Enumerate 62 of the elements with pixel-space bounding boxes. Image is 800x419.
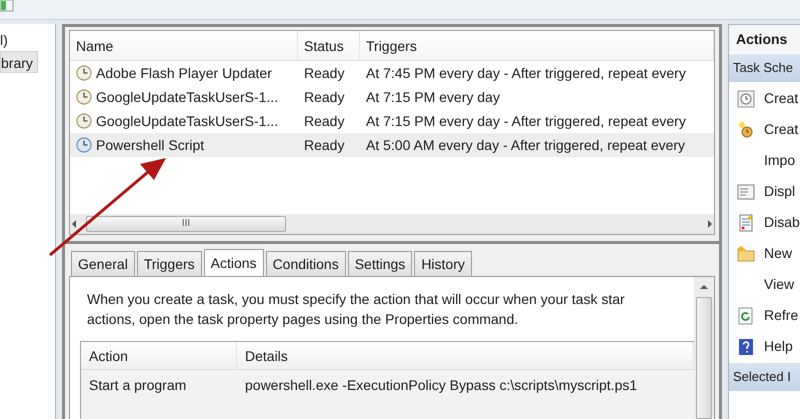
scroll-thumb[interactable]: III — [86, 216, 286, 232]
tab[interactable]: Actions — [204, 249, 264, 277]
action-item[interactable]: Refre — [729, 300, 800, 331]
task-row[interactable]: GoogleUpdateTaskUserS-1... Ready At 7:15 PM every day - After triggered, repeat every — [70, 109, 714, 133]
task-name: Adobe Flash Player Updater — [96, 64, 272, 83]
toolbar-icon[interactable] — [0, 0, 14, 12]
list-icon — [737, 182, 755, 200]
group-header[interactable]: Task Sche — [729, 54, 800, 82]
column-header[interactable]: Status — [298, 31, 360, 60]
action-item[interactable]: New — [729, 238, 800, 269]
action-item[interactable]: Creat — [729, 83, 800, 114]
tree-item[interactable]: l) — [0, 29, 55, 51]
action-item[interactable]: Displ — [729, 176, 800, 207]
task-name: Powershell Script — [96, 136, 204, 155]
task-trigger: At 7:45 PM every day - After triggered, repeat every — [365, 64, 687, 83]
vertical-scrollbar[interactable] — [694, 277, 714, 419]
clock-icon — [737, 90, 755, 108]
scroll-left-icon[interactable] — [72, 220, 76, 228]
folder-icon — [737, 244, 755, 262]
clock-icon — [76, 89, 92, 105]
horizontal-scrollbar[interactable]: III — [70, 214, 714, 234]
description-text: When you create a task, you must specify the action that will occur when your task star actions, open the task property pages using the Properties command. — [87, 290, 626, 329]
tab[interactable]: Triggers — [136, 251, 202, 276]
task-status: Ready — [303, 136, 346, 155]
column-header[interactable]: Name — [70, 31, 298, 60]
action-item[interactable]: Help — [729, 331, 800, 362]
action-details: powershell.exe -ExecutionPolicy Bypass c:\scripts\myscript.ps1 — [244, 376, 638, 395]
group-header[interactable]: Selected I — [729, 363, 800, 391]
action-item[interactable]: Impo — [729, 145, 800, 176]
task-row[interactable]: Powershell Script Ready At 5:00 AM every day - After triggered, repeat every — [70, 133, 714, 157]
task-status: Ready — [303, 88, 346, 107]
action-item[interactable]: Creat — [729, 114, 800, 145]
tree-item[interactable]: brary — [0, 51, 38, 73]
task-name: GoogleUpdateTaskUserS-1... — [96, 112, 278, 131]
task-status: Ready — [303, 112, 346, 131]
clock-icon — [737, 120, 755, 138]
column-header[interactable]: Action — [81, 342, 237, 369]
scroll-right-icon[interactable] — [708, 220, 712, 228]
refresh-icon — [737, 306, 755, 324]
action-item[interactable]: View — [729, 269, 800, 300]
help-icon — [737, 338, 755, 356]
clock-icon — [76, 137, 92, 153]
pane-title: Actions — [729, 25, 800, 53]
task-trigger: At 7:15 PM every day - After triggered, repeat every — [365, 112, 687, 131]
task-name: GoogleUpdateTaskUserS-1... — [96, 88, 278, 107]
tab[interactable]: General — [71, 251, 135, 276]
tab[interactable]: Settings — [348, 251, 412, 276]
document-icon — [737, 214, 755, 232]
tab[interactable]: Conditions — [266, 251, 346, 276]
tab[interactable]: History — [414, 251, 472, 276]
task-status: Ready — [303, 64, 346, 83]
column-header[interactable]: Triggers — [360, 31, 714, 60]
action-type: Start a program — [88, 376, 188, 395]
action-item[interactable]: Disab — [729, 207, 800, 238]
scroll-thumb[interactable] — [696, 297, 712, 419]
task-trigger: At 5:00 AM every day - After triggered, repeat every — [365, 136, 686, 155]
task-row[interactable]: GoogleUpdateTaskUserS-1... Ready At 7:15 PM every day — [70, 85, 714, 109]
clock-icon — [76, 65, 92, 81]
task-trigger: At 7:15 PM every day — [365, 88, 501, 107]
task-row[interactable]: Adobe Flash Player Updater Ready At 7:45 PM every day - After triggered, repeat every — [70, 61, 714, 85]
clock-icon — [76, 113, 92, 129]
scroll-up-icon[interactable] — [700, 285, 708, 289]
